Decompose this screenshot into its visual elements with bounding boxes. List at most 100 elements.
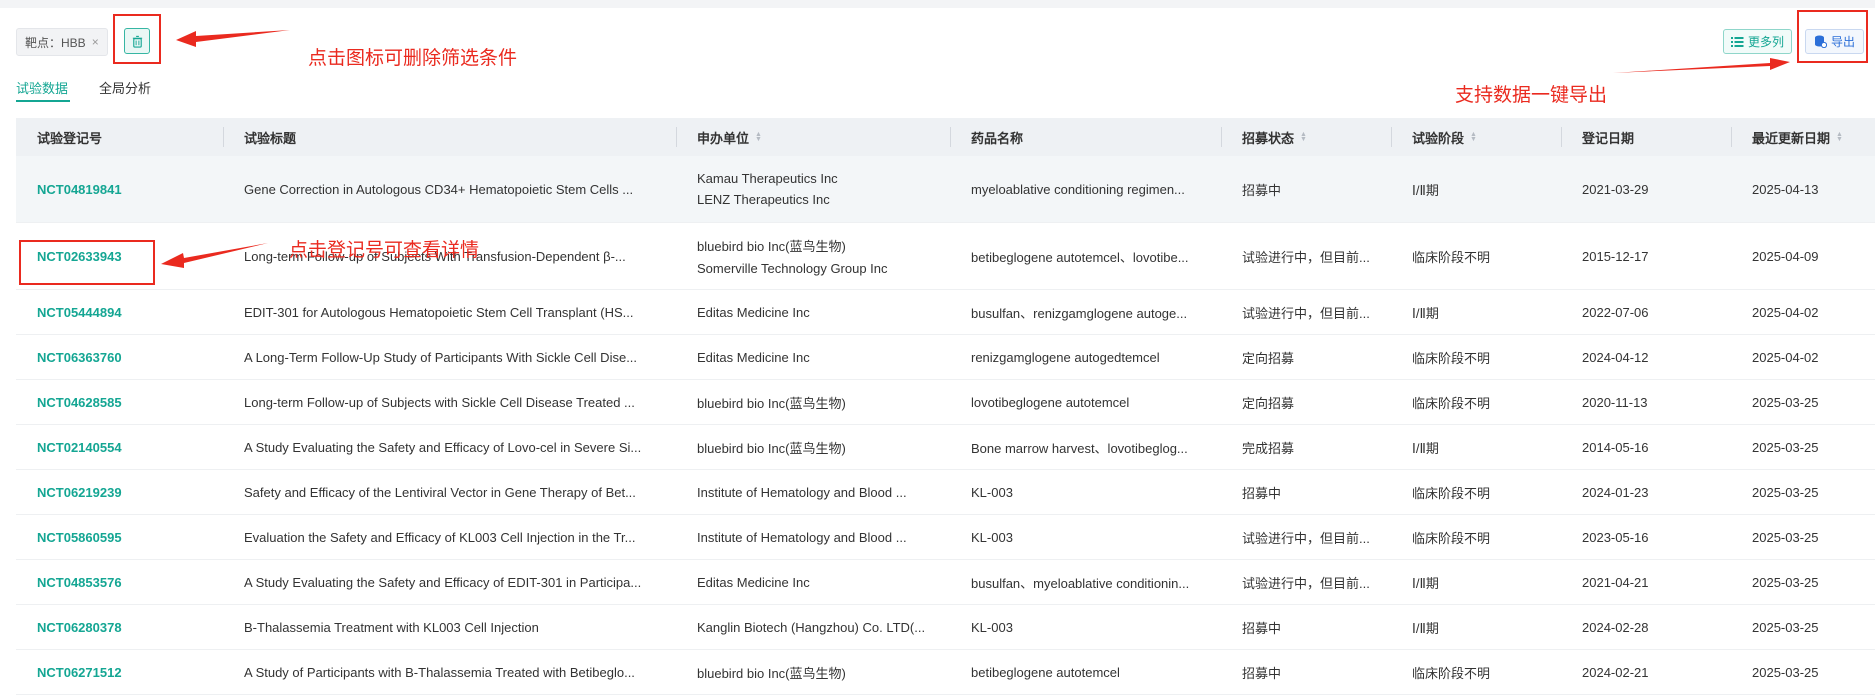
title-text: Long-term Follow-up of Subjects with Sic… xyxy=(244,394,635,410)
cell-phase: 临床阶段不明 xyxy=(1412,515,1557,559)
trial-id-link[interactable]: NCT06219239 xyxy=(37,485,122,500)
cell-drug: lovotibeglogene autotemcel xyxy=(971,380,1216,424)
title-text: A Study Evaluating the Safety and Effica… xyxy=(244,574,642,590)
cell-sponsor: Editas Medicine Inc xyxy=(697,290,942,334)
cell-phase: Ⅰ/Ⅱ期 xyxy=(1412,560,1557,604)
cell-title: B-Thalassemia Treatment with KL003 Cell … xyxy=(244,605,664,649)
update-date-text: 2025-03-25 xyxy=(1752,619,1819,635)
cell-phase: Ⅰ/Ⅱ期 xyxy=(1412,290,1557,334)
cell-status: 完成招募 xyxy=(1242,425,1387,469)
cell-sponsor: bluebird bio Inc(蓝鸟生物) Somerville Technol… xyxy=(697,223,942,289)
table-row: NCT04628585 Long-term Follow-up of Subjec… xyxy=(16,380,1875,425)
sponsor-name: Kanglin Biotech (Hangzhou) Co. LTD(... xyxy=(697,619,926,635)
sort-icon: ▲ ▼ xyxy=(755,131,762,143)
cell-status: 招募中 xyxy=(1242,650,1387,694)
header-reg-date: 登记日期 xyxy=(1582,130,1635,146)
trial-id-link[interactable]: NCT04628585 xyxy=(37,395,122,410)
cell-id[interactable]: NCT02633943 xyxy=(37,223,217,289)
cell-reg-date: 2022-07-06 xyxy=(1582,290,1727,334)
cell-drug: Bone marrow harvest、lovotibeglog... xyxy=(971,425,1216,469)
title-text: A Study Evaluating the Safety and Effica… xyxy=(244,439,642,455)
cell-reg-date: 2021-04-21 xyxy=(1582,560,1727,604)
cell-drug: KL-003 xyxy=(971,605,1216,649)
header-title: 试验标题 xyxy=(244,130,297,146)
cell-phase: 临床阶段不明 xyxy=(1412,470,1557,514)
database-export-icon xyxy=(1815,35,1827,48)
title-text: A Study of Participants with B-Thalassem… xyxy=(244,664,635,680)
trial-id-link[interactable]: NCT06271512 xyxy=(37,665,122,680)
update-date-text: 2025-04-09 xyxy=(1752,248,1819,264)
trial-id-link[interactable]: NCT02140554 xyxy=(37,440,122,455)
cell-id[interactable]: NCT02140554 xyxy=(37,425,217,469)
cell-update-date: 2025-03-25 xyxy=(1752,515,1872,559)
cell-sponsor: Kamau Therapeutics Inc LENZ Therapeutics … xyxy=(697,156,942,222)
filter-tag[interactable]: 靶点：HBB × xyxy=(16,28,108,56)
trial-id-link[interactable]: NCT06363760 xyxy=(37,350,122,365)
cell-update-date: 2025-04-13 xyxy=(1752,156,1872,222)
trial-id-link[interactable]: NCT04853576 xyxy=(37,575,122,590)
drug-text: KL-003 xyxy=(971,484,1013,500)
cell-sponsor: Editas Medicine Inc xyxy=(697,335,942,379)
more-columns-label: 更多列 xyxy=(1748,35,1785,49)
sort-icon: ▲ ▼ xyxy=(1836,131,1843,143)
cell-id[interactable]: NCT06280378 xyxy=(37,605,217,649)
header-sponsor[interactable]: 申办单位 ▲ ▼ xyxy=(697,118,762,156)
reg-date-text: 2022-07-06 xyxy=(1582,304,1649,320)
tab-trial-data[interactable]: 试验数据 xyxy=(16,78,68,97)
cell-id[interactable]: NCT06363760 xyxy=(37,335,217,379)
header-status[interactable]: 招募状态 ▲ ▼ xyxy=(1242,118,1307,156)
cell-sponsor: Editas Medicine Inc xyxy=(697,560,942,604)
trials-table: 试验登记号 试验标题 申办单位 ▲ ▼ 药品名称 招募状态 ▲ ▼ 试验阶段 ▲ ▼ 登记日… xyxy=(16,118,1875,695)
cell-update-date: 2025-03-25 xyxy=(1752,425,1872,469)
cell-id[interactable]: NCT05444894 xyxy=(37,290,217,334)
title-text: B-Thalassemia Treatment with KL003 Cell … xyxy=(244,619,539,635)
status-text: 试验进行中，但目前... xyxy=(1242,249,1370,265)
cell-id[interactable]: NCT06271512 xyxy=(37,650,217,694)
cell-sponsor: bluebird bio Inc(蓝鸟生物) xyxy=(697,380,942,424)
cell-id[interactable]: NCT04853576 xyxy=(37,560,217,604)
trial-id-link[interactable]: NCT02633943 xyxy=(37,249,122,264)
reg-date-text: 2024-04-12 xyxy=(1582,349,1649,365)
clear-filters-button[interactable] xyxy=(124,28,150,54)
header-update-date[interactable]: 最近更新日期 ▲ ▼ xyxy=(1752,118,1843,156)
cell-phase: Ⅰ/Ⅱ期 xyxy=(1412,156,1557,222)
sponsor-name: bluebird bio Inc(蓝鸟生物) xyxy=(697,395,846,411)
status-text: 试验进行中，但目前... xyxy=(1242,575,1370,591)
cell-status: 试验进行中，但目前... xyxy=(1242,515,1387,559)
header-trial-id: 试验登记号 xyxy=(37,130,103,146)
cell-update-date: 2025-03-25 xyxy=(1752,560,1872,604)
cell-title: A Long-Term Follow-Up Study of Participa… xyxy=(244,335,664,379)
update-date-text: 2025-03-25 xyxy=(1752,664,1819,680)
trial-id-link[interactable]: NCT06280378 xyxy=(37,620,122,635)
sponsor-name: Editas Medicine Inc xyxy=(697,574,810,590)
close-icon[interactable]: × xyxy=(92,35,99,49)
reg-date-text: 2014-05-16 xyxy=(1582,439,1649,455)
cell-id[interactable]: NCT04819841 xyxy=(37,156,217,222)
cell-update-date: 2025-04-09 xyxy=(1752,223,1872,289)
header-phase[interactable]: 试验阶段 ▲ ▼ xyxy=(1412,118,1477,156)
sort-icon: ▲ ▼ xyxy=(1300,131,1307,143)
table-row: NCT06219239 Safety and Efficacy of the Le… xyxy=(16,470,1875,515)
status-text: 试验进行中，但目前... xyxy=(1242,530,1370,546)
cell-status: 试验进行中，但目前... xyxy=(1242,223,1387,289)
cell-id[interactable]: NCT05860595 xyxy=(37,515,217,559)
cell-phase: 临床阶段不明 xyxy=(1412,223,1557,289)
reg-date-text: 2024-01-23 xyxy=(1582,484,1649,500)
tab-global-analysis[interactable]: 全局分析 xyxy=(99,78,151,97)
cell-drug: betibeglogene autotemcel、lovotibe... xyxy=(971,223,1216,289)
phase-text: 临床阶段不明 xyxy=(1412,395,1491,411)
update-date-text: 2025-03-25 xyxy=(1752,439,1819,455)
more-columns-button[interactable]: 更多列 xyxy=(1723,29,1793,54)
trial-id-link[interactable]: NCT04819841 xyxy=(37,182,122,197)
cell-id[interactable]: NCT04628585 xyxy=(37,380,217,424)
cell-drug: myeloablative conditioning regimen... xyxy=(971,156,1216,222)
trial-id-link[interactable]: NCT05444894 xyxy=(37,305,122,320)
cell-status: 招募中 xyxy=(1242,605,1387,649)
cell-id[interactable]: NCT06219239 xyxy=(37,470,217,514)
export-label: 导出 xyxy=(1831,35,1856,49)
status-text: 招募中 xyxy=(1242,485,1282,501)
sponsor-name: Kamau Therapeutics Inc xyxy=(697,171,838,186)
table-row: NCT06363760 A Long-Term Follow-Up Study o… xyxy=(16,335,1875,380)
export-button[interactable]: 导出 xyxy=(1805,29,1865,54)
trial-id-link[interactable]: NCT05860595 xyxy=(37,530,122,545)
